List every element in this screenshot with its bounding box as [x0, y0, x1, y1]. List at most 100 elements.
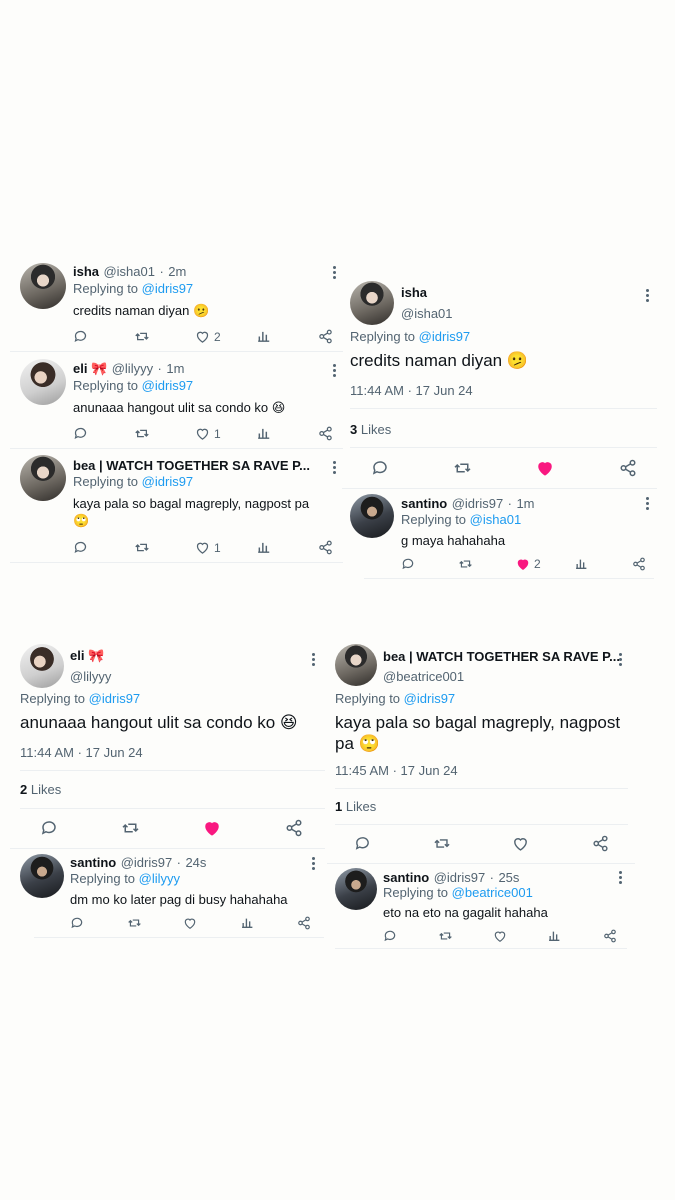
like-button-active[interactable]	[203, 819, 221, 837]
more-icon[interactable]	[333, 364, 336, 379]
handle[interactable]: @beatrice001	[383, 669, 464, 684]
like-button[interactable]: 1	[195, 540, 221, 555]
like-icon[interactable]	[183, 916, 197, 930]
avatar[interactable]	[350, 494, 394, 538]
display-name[interactable]: bea | WATCH TOGETHER SA RAVE P...	[383, 649, 620, 664]
time: 1m	[516, 496, 535, 511]
avatar[interactable]	[350, 281, 394, 325]
tweet-text: anunaaa hangout ulit sa condo ko 😆	[73, 400, 286, 415]
mention-link[interactable]: @idris97	[142, 281, 194, 296]
reply-icon[interactable]	[70, 916, 84, 930]
share-icon[interactable]	[318, 426, 333, 441]
divider	[20, 770, 325, 771]
like-button-active[interactable]	[536, 459, 554, 477]
divider	[10, 562, 343, 563]
display-name[interactable]: isha	[73, 264, 99, 279]
handle[interactable]: @idris97	[121, 855, 173, 870]
mention-link[interactable]: @idris97	[419, 329, 471, 344]
mention-link[interactable]: @lilyyy	[139, 871, 180, 886]
avatar[interactable]	[20, 359, 66, 405]
reply-icon[interactable]	[383, 929, 397, 943]
display-name[interactable]: bea | WATCH TOGETHER SA RAVE P...	[73, 458, 310, 473]
like-button-active[interactable]: 2	[516, 557, 541, 571]
handle[interactable]: @lilyyy	[112, 361, 153, 376]
share-icon[interactable]	[318, 329, 333, 344]
handle[interactable]: @isha01	[401, 306, 453, 321]
more-icon[interactable]	[312, 857, 315, 872]
display-name[interactable]: eli 🎀	[70, 648, 104, 664]
reply-icon[interactable]	[73, 426, 88, 441]
share-icon[interactable]	[318, 540, 333, 555]
retweet-icon[interactable]	[453, 459, 472, 477]
retweet-icon[interactable]	[438, 929, 453, 943]
display-name[interactable]: isha	[401, 285, 427, 300]
handle[interactable]: @idris97	[452, 496, 504, 511]
divider	[335, 948, 627, 949]
reply-icon[interactable]	[73, 540, 88, 555]
avatar[interactable]	[20, 854, 64, 898]
reply-icon[interactable]	[40, 819, 58, 837]
likes-stat[interactable]: 1 Likes	[335, 799, 376, 814]
display-name[interactable]: santino	[70, 855, 116, 870]
retweet-icon[interactable]	[134, 329, 150, 344]
views-icon[interactable]	[257, 540, 271, 555]
likes-stat[interactable]: 2 Likes	[20, 782, 61, 797]
like-icon[interactable]	[512, 835, 529, 852]
views-icon[interactable]	[257, 426, 271, 441]
reply-icon[interactable]	[401, 557, 415, 571]
avatar[interactable]	[335, 644, 377, 686]
display-name[interactable]: santino	[401, 496, 447, 511]
like-icon[interactable]	[493, 929, 507, 943]
share-icon[interactable]	[297, 916, 311, 930]
like-icon	[538, 462, 552, 476]
mention-link[interactable]: @idris97	[89, 691, 141, 706]
separator-dot: ·	[507, 496, 512, 511]
share-icon[interactable]	[603, 929, 617, 943]
replying-to: Replying to @idris97	[350, 329, 471, 344]
retweet-icon[interactable]	[433, 835, 451, 852]
mention-link[interactable]: @isha01	[470, 512, 522, 527]
avatar[interactable]	[20, 644, 64, 688]
more-icon[interactable]	[619, 653, 622, 668]
display-name[interactable]: eli 🎀	[73, 361, 107, 376]
avatar[interactable]	[20, 455, 66, 501]
share-icon[interactable]	[592, 835, 609, 852]
mention-link[interactable]: @idris97	[404, 691, 456, 706]
share-icon[interactable]	[632, 557, 646, 571]
mention-link[interactable]: @idris97	[142, 378, 194, 393]
retweet-icon[interactable]	[458, 557, 473, 571]
handle[interactable]: @idris97	[434, 870, 486, 885]
like-icon	[517, 559, 529, 570]
more-icon[interactable]	[646, 289, 649, 304]
avatar[interactable]	[335, 868, 377, 910]
views-icon[interactable]	[548, 929, 561, 943]
reply-icon[interactable]	[371, 459, 389, 477]
views-icon[interactable]	[575, 557, 588, 571]
more-icon[interactable]	[333, 461, 336, 476]
reply-icon[interactable]	[354, 835, 371, 852]
more-icon[interactable]	[646, 497, 649, 512]
retweet-icon[interactable]	[127, 916, 142, 930]
views-icon[interactable]	[241, 916, 254, 930]
mention-link[interactable]: @idris97	[142, 474, 194, 489]
like-icon	[205, 822, 219, 836]
more-icon[interactable]	[333, 266, 336, 281]
likes-stat[interactable]: 3 Likes	[350, 422, 391, 437]
like-button[interactable]: 2	[195, 329, 221, 344]
mention-link[interactable]: @beatrice001	[452, 885, 533, 900]
more-icon[interactable]	[312, 653, 315, 668]
like-button[interactable]: 1	[195, 426, 221, 441]
share-icon[interactable]	[285, 819, 303, 837]
reply-icon[interactable]	[73, 329, 88, 344]
more-icon[interactable]	[619, 871, 622, 886]
like-count: 2	[214, 329, 221, 344]
handle[interactable]: @lilyyy	[70, 669, 111, 684]
display-name[interactable]: santino	[383, 870, 429, 885]
retweet-icon[interactable]	[134, 426, 150, 441]
retweet-icon[interactable]	[134, 540, 150, 555]
retweet-icon[interactable]	[121, 819, 140, 837]
handle[interactable]: @isha01	[103, 264, 155, 279]
avatar[interactable]	[20, 263, 66, 309]
share-icon[interactable]	[619, 459, 637, 477]
views-icon[interactable]	[257, 329, 271, 344]
